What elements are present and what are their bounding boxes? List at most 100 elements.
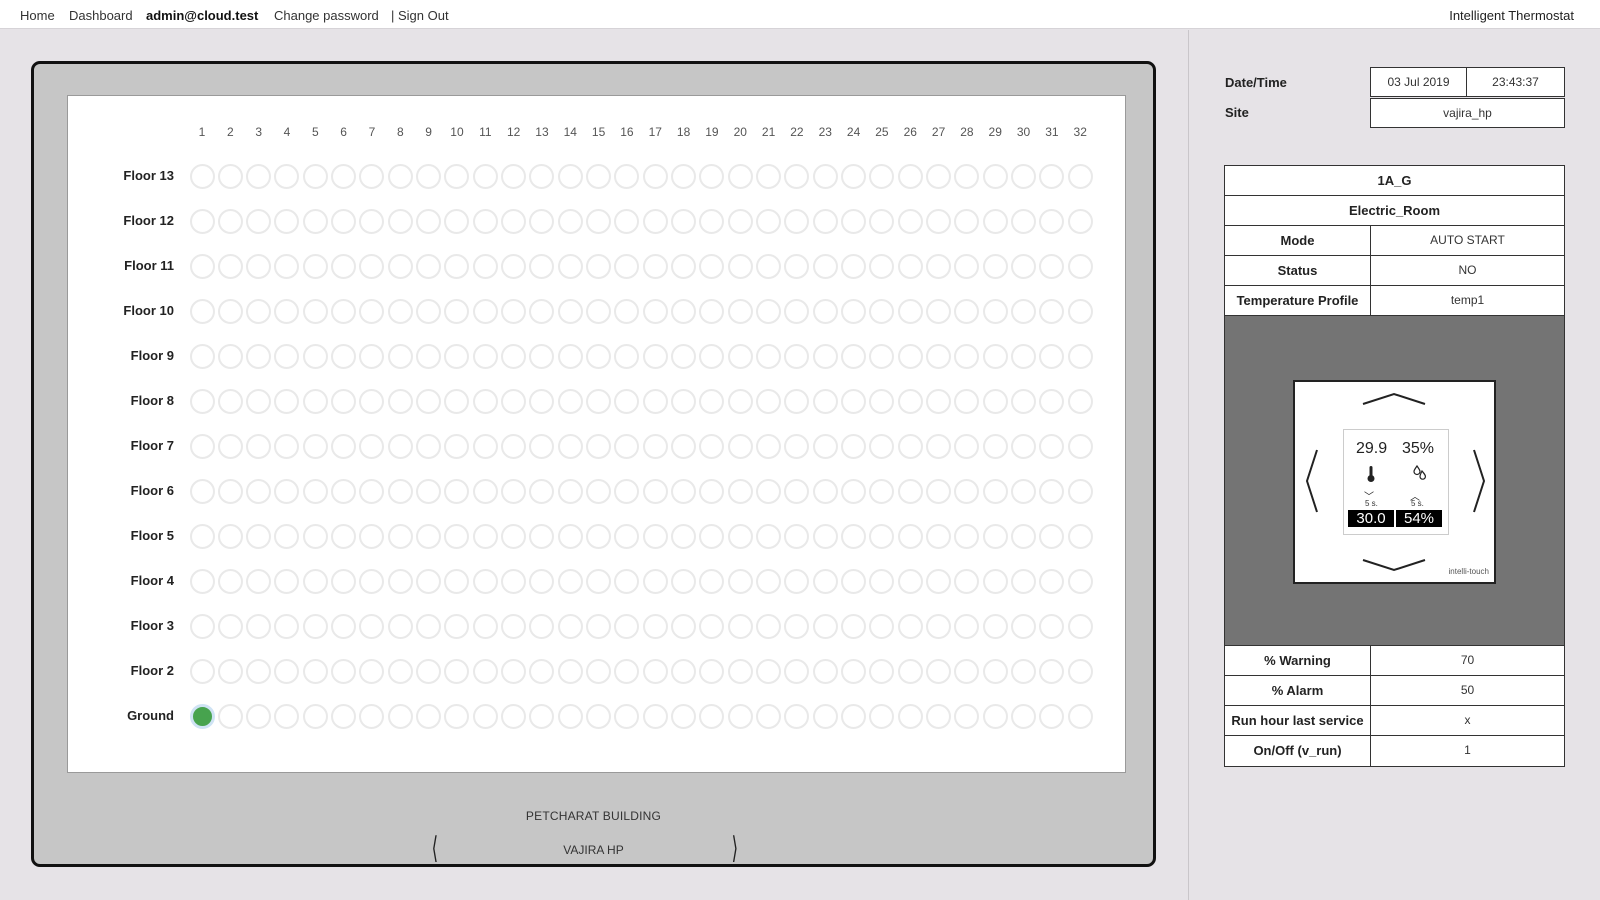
unit-indicator[interactable] [472,613,498,639]
unit-indicator[interactable] [444,343,470,369]
unit-indicator[interactable] [529,163,555,189]
unit-indicator[interactable] [954,613,980,639]
unit-indicator[interactable] [841,388,867,414]
unit-indicator[interactable] [472,163,498,189]
unit-indicator[interactable] [331,433,357,459]
unit-indicator[interactable] [586,163,612,189]
unit-indicator[interactable] [274,658,300,684]
unit-indicator[interactable] [444,388,470,414]
unit-indicator[interactable] [331,568,357,594]
unit-indicator[interactable] [1067,433,1093,459]
unit-indicator[interactable] [926,658,952,684]
unit-indicator[interactable] [982,163,1008,189]
unit-indicator[interactable] [331,343,357,369]
unit-indicator[interactable] [926,613,952,639]
unit-indicator[interactable] [954,658,980,684]
unit-indicator[interactable] [501,298,527,324]
unit-indicator[interactable] [217,703,243,729]
unit-indicator[interactable] [727,568,753,594]
unit-indicator[interactable] [274,208,300,234]
unit-indicator[interactable] [217,478,243,504]
unit-indicator[interactable] [529,388,555,414]
unit-indicator[interactable] [586,703,612,729]
unit-indicator[interactable] [444,568,470,594]
unit-indicator[interactable] [586,433,612,459]
unit-indicator[interactable] [557,523,583,549]
unit-indicator[interactable] [302,613,328,639]
unit-indicator[interactable] [841,163,867,189]
unit-indicator[interactable] [926,208,952,234]
unit-indicator[interactable] [1067,613,1093,639]
unit-indicator[interactable] [841,568,867,594]
unit-indicator[interactable] [217,388,243,414]
unit-indicator[interactable] [359,163,385,189]
nav-home-link[interactable]: Home [20,8,55,23]
unit-indicator[interactable] [812,478,838,504]
unit-indicator[interactable] [529,703,555,729]
unit-indicator[interactable] [416,523,442,549]
unit-indicator[interactable] [1039,253,1065,279]
unit-indicator[interactable] [784,658,810,684]
unit-indicator[interactable] [869,163,895,189]
unit-indicator[interactable] [784,523,810,549]
unit-indicator[interactable] [274,298,300,324]
unit-indicator[interactable] [1039,523,1065,549]
unit-indicator[interactable] [699,433,725,459]
unit-indicator[interactable] [1039,703,1065,729]
chevron-right-icon[interactable]: ⟩ [732,834,738,864]
unit-indicator[interactable] [727,523,753,549]
unit-indicator[interactable] [246,613,272,639]
unit-indicator[interactable] [557,478,583,504]
unit-indicator[interactable] [1011,523,1037,549]
unit-indicator[interactable] [1039,568,1065,594]
unit-indicator[interactable] [217,208,243,234]
unit-indicator[interactable] [1011,613,1037,639]
unit-indicator[interactable] [331,478,357,504]
unit-indicator[interactable] [1067,658,1093,684]
unit-indicator[interactable] [472,343,498,369]
unit-indicator[interactable] [416,163,442,189]
unit-indicator[interactable] [302,568,328,594]
unit-indicator[interactable] [1011,568,1037,594]
unit-indicator[interactable] [614,568,640,594]
unit-indicator[interactable] [954,433,980,459]
unit-indicator[interactable] [501,568,527,594]
unit-indicator[interactable] [1067,703,1093,729]
unit-indicator[interactable] [642,433,668,459]
unit-indicator[interactable] [954,388,980,414]
unit-indicator[interactable] [727,613,753,639]
unit-indicator[interactable] [1011,433,1037,459]
unit-indicator[interactable] [416,253,442,279]
unit-indicator[interactable] [897,163,923,189]
unit-indicator[interactable] [529,208,555,234]
unit-indicator[interactable] [897,253,923,279]
humidity-setpoint[interactable]: 54% [1396,510,1442,527]
unit-indicator[interactable] [699,613,725,639]
chevron-down-icon[interactable] [1361,558,1427,572]
unit-indicator[interactable] [614,433,640,459]
unit-indicator[interactable] [387,298,413,324]
unit-indicator[interactable] [586,613,612,639]
unit-indicator[interactable] [501,478,527,504]
unit-indicator[interactable] [302,523,328,549]
unit-indicator[interactable] [331,388,357,414]
unit-indicator[interactable] [444,523,470,549]
unit-indicator[interactable] [784,343,810,369]
unit-indicator[interactable] [416,703,442,729]
unit-indicator[interactable] [699,253,725,279]
unit-indicator[interactable] [359,253,385,279]
unit-indicator[interactable] [671,253,697,279]
unit-indicator[interactable] [869,703,895,729]
unit-indicator[interactable] [982,703,1008,729]
unit-indicator[interactable] [756,478,782,504]
unit-indicator[interactable] [331,298,357,324]
unit-indicator[interactable] [1067,478,1093,504]
unit-indicator[interactable] [699,658,725,684]
unit-indicator[interactable] [926,298,952,324]
unit-indicator[interactable] [982,478,1008,504]
unit-indicator[interactable] [217,343,243,369]
unit-indicator[interactable] [557,613,583,639]
unit-indicator[interactable] [727,298,753,324]
unit-indicator[interactable] [954,523,980,549]
unit-indicator[interactable] [472,523,498,549]
